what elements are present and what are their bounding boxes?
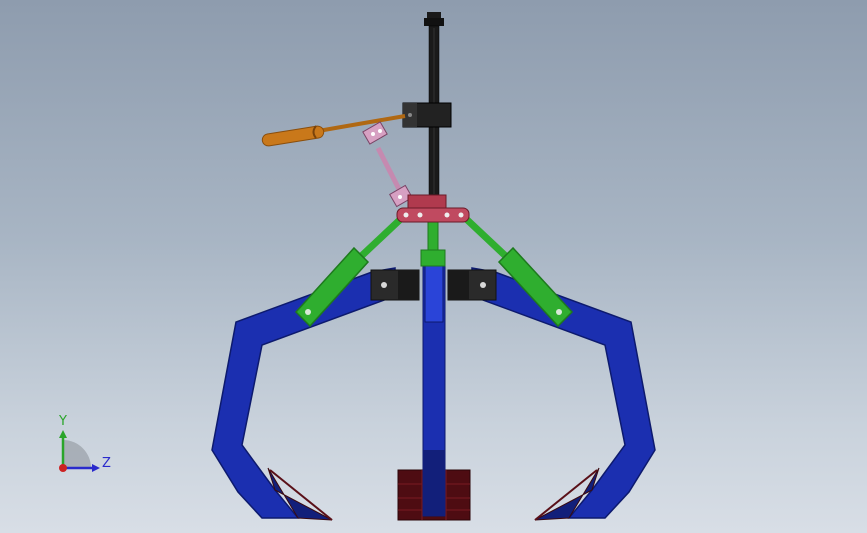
clamp-block-right[interactable] — [447, 269, 497, 301]
connector-link[interactable] — [362, 121, 413, 208]
model-scene[interactable] — [0, 0, 867, 533]
clamp-block-left[interactable] — [370, 269, 420, 301]
red-hub[interactable] — [396, 194, 470, 223]
graphics-viewport[interactable]: Y Z — [0, 0, 867, 533]
origin-dot — [59, 464, 67, 472]
center-arm[interactable] — [422, 261, 446, 517]
column-collar[interactable] — [402, 102, 452, 128]
z-axis-label: Z — [102, 456, 111, 471]
y-axis-label: Y — [59, 414, 67, 429]
